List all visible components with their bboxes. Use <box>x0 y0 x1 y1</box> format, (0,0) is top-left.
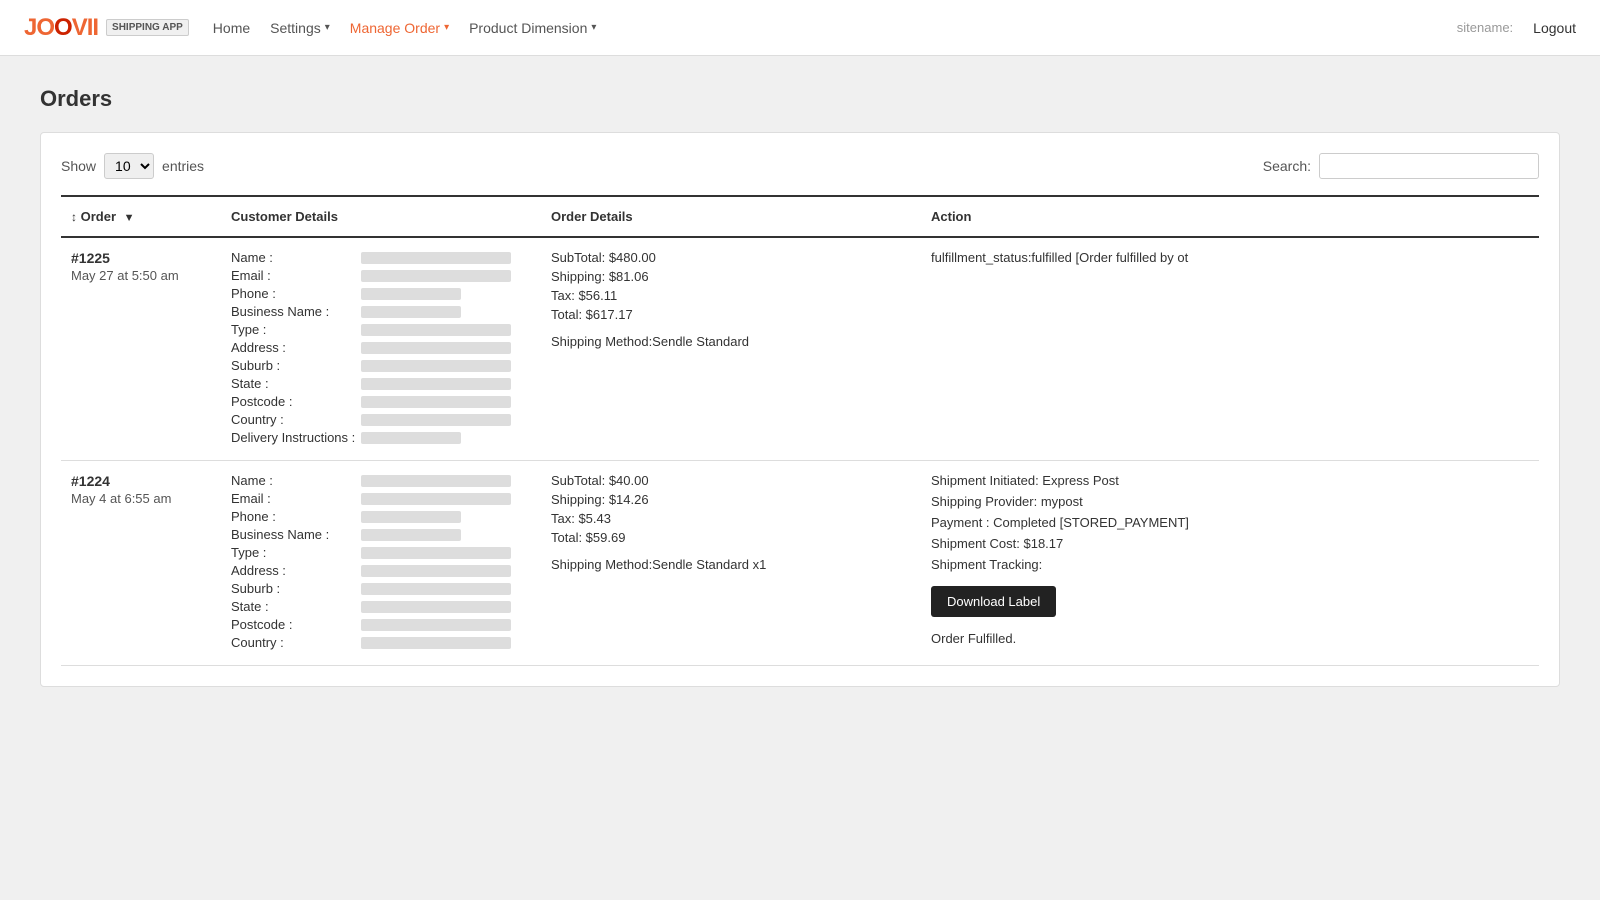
field-suburb: Suburb : <box>231 581 531 596</box>
table-controls: Show 10 25 50 entries Search: <box>61 153 1539 179</box>
sitename-label: sitename: <box>1457 20 1513 35</box>
order-cell-1224: #1224 May 4 at 6:55 am <box>61 461 221 666</box>
brand: JOOVII SHIPPING APP <box>24 14 189 42</box>
order-date: May 4 at 6:55 am <box>71 491 211 506</box>
action-header: Action <box>931 209 971 224</box>
field-type: Type : <box>231 322 531 337</box>
field-type: Type : <box>231 545 531 560</box>
field-name: Name : <box>231 250 531 265</box>
order-date: May 27 at 5:50 am <box>71 268 211 283</box>
table-row: #1224 May 4 at 6:55 am Name : Email : <box>61 461 1539 666</box>
field-state: State : <box>231 376 531 391</box>
table-card: Show 10 25 50 entries Search: ↕ Order <box>40 132 1560 687</box>
field-name: Name : <box>231 473 531 488</box>
nav-links: Home Settings ▾ Manage Order ▾ Product D… <box>213 20 1433 36</box>
nav-product-dimension[interactable]: Product Dimension ▾ <box>469 20 596 36</box>
search-input[interactable] <box>1319 153 1539 179</box>
entries-select[interactable]: 10 25 50 <box>104 153 154 179</box>
order-header: Order <box>81 209 116 224</box>
order-fulfilled-text: Order Fulfilled. <box>931 631 1529 646</box>
page-content: Orders Show 10 25 50 entries Search: <box>0 56 1600 717</box>
field-address: Address : <box>231 340 531 355</box>
brand-tag: SHIPPING APP <box>106 19 189 36</box>
order-details-cell-1225: SubTotal: $480.00 Shipping: $81.06 Tax: … <box>541 237 921 461</box>
field-business-name: Business Name : <box>231 304 531 319</box>
brand-logo: JOOVII <box>24 14 98 42</box>
field-state: State : <box>231 599 531 614</box>
sort-icon: ↕ <box>71 210 77 224</box>
order-details-header: Order Details <box>551 209 633 224</box>
field-email: Email : <box>231 268 531 283</box>
action-text-1225: fulfillment_status:fulfilled [Order fulf… <box>931 250 1529 265</box>
page-title: Orders <box>40 86 1560 112</box>
field-country: Country : <box>231 635 531 650</box>
nav-settings[interactable]: Settings ▾ <box>270 20 330 36</box>
field-postcode: Postcode : <box>231 617 531 632</box>
action-cell-1225: fulfillment_status:fulfilled [Order fulf… <box>921 237 1539 461</box>
filter-icon: ▼ <box>124 212 135 224</box>
field-country: Country : <box>231 412 531 427</box>
field-phone: Phone : <box>231 286 531 301</box>
download-label-button[interactable]: Download Label <box>931 586 1056 617</box>
field-postcode: Postcode : <box>231 394 531 409</box>
nav-home[interactable]: Home <box>213 20 250 36</box>
orders-table: ↕ Order ▼ Customer Details Order Details… <box>61 195 1539 666</box>
field-address: Address : <box>231 563 531 578</box>
show-label: Show <box>61 158 96 174</box>
shipping-provider: Shipping Provider: mypost <box>931 494 1529 509</box>
entries-label: entries <box>162 158 204 174</box>
customer-details-header: Customer Details <box>231 209 338 224</box>
order-number: #1225 <box>71 250 211 266</box>
customer-cell-1225: Name : Email : Phone : Business Nam <box>221 237 541 461</box>
product-dimension-chevron-icon: ▾ <box>591 22 596 33</box>
search-control: Search: <box>1263 153 1539 179</box>
settings-chevron-icon: ▾ <box>325 22 330 33</box>
shipment-tracking: Shipment Tracking: <box>931 557 1529 572</box>
customer-cell-1224: Name : Email : Phone : Business Nam <box>221 461 541 666</box>
field-business-name: Business Name : <box>231 527 531 542</box>
shipment-initiated: Shipment Initiated: Express Post <box>931 473 1529 488</box>
order-number: #1224 <box>71 473 211 489</box>
navbar: JOOVII SHIPPING APP Home Settings ▾ Mana… <box>0 0 1600 56</box>
order-details-cell-1224: SubTotal: $40.00 Shipping: $14.26 Tax: $… <box>541 461 921 666</box>
nav-manage-order[interactable]: Manage Order ▾ <box>350 20 449 36</box>
field-suburb: Suburb : <box>231 358 531 373</box>
logout-button[interactable]: Logout <box>1533 20 1576 36</box>
entries-control: Show 10 25 50 entries <box>61 153 204 179</box>
field-email: Email : <box>231 491 531 506</box>
table-row: #1225 May 27 at 5:50 am Name : Email : <box>61 237 1539 461</box>
field-delivery-instructions: Delivery Instructions : <box>231 430 531 445</box>
manage-order-chevron-icon: ▾ <box>444 22 449 33</box>
field-phone: Phone : <box>231 509 531 524</box>
payment-status: Payment : Completed [STORED_PAYMENT] <box>931 515 1529 530</box>
nav-right: sitename: Logout <box>1457 20 1576 36</box>
search-label: Search: <box>1263 158 1311 174</box>
order-cell-1225: #1225 May 27 at 5:50 am <box>61 237 221 461</box>
action-cell-1224: Shipment Initiated: Express Post Shippin… <box>921 461 1539 666</box>
shipment-cost: Shipment Cost: $18.17 <box>931 536 1529 551</box>
